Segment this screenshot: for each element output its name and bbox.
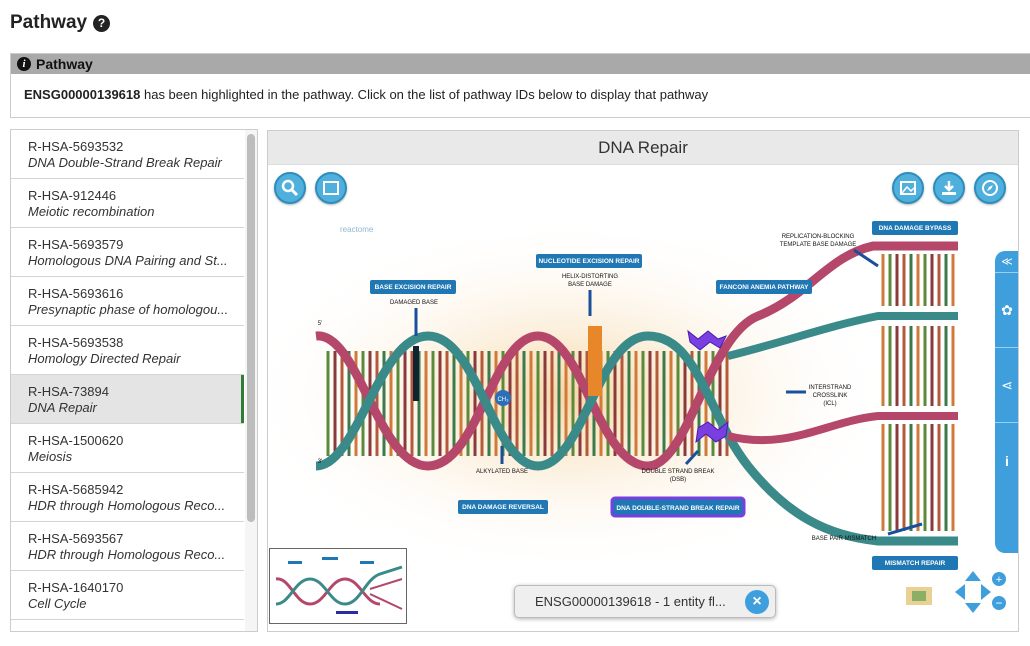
damaged-base-text: DAMAGED BASE (390, 300, 438, 306)
dsb-text-1: DOUBLE STRAND BREAK (641, 469, 714, 475)
replication-text-1: REPLICATION-BLOCKING (782, 234, 855, 240)
info-message-text: has been highlighted in the pathway. Cli… (140, 87, 709, 102)
pathway-id: R-HSA-1500620 (28, 433, 124, 448)
entity-flag-box: ENSG00000139618 - 1 entity fl... × (514, 585, 776, 618)
pathway-id: R-HSA-5693616 (28, 286, 124, 301)
gene-id: ENSG00000139618 (24, 87, 141, 102)
pathway-name: Homology Directed Repair (28, 351, 181, 366)
pathway-name: Cell Cycle (28, 596, 87, 611)
helix-text-1: HELIX-DISTORTING (562, 274, 618, 280)
pathway-list-item[interactable]: R-HSA-73894 DNA Repair (11, 375, 244, 424)
palette-icon[interactable]: ✿ (995, 273, 1018, 348)
svg-text:−: − (995, 596, 1002, 610)
svg-text:+: + (996, 574, 1002, 586)
pathway-id: R-HSA-5685942 (28, 482, 124, 497)
pathway-list-item[interactable]: R-HSA-1500620 Meiosis (11, 424, 244, 473)
pathway-name: Meiotic recombination (28, 204, 155, 219)
scrollbar-thumb[interactable] (247, 134, 255, 522)
reactome-logo: reactome (340, 225, 374, 234)
info-circle-icon: i (17, 57, 31, 71)
pathway-name: HDR through Homologous Reco... (28, 547, 226, 562)
collapse-icon[interactable]: ≪ (995, 251, 1018, 273)
info-icon[interactable]: i (995, 423, 1018, 498)
pathway-list-item[interactable]: R-HSA-912446 Meiotic recombination (11, 179, 244, 228)
share-icon[interactable]: ⋖ (995, 348, 1018, 423)
search-icon[interactable] (274, 172, 306, 204)
viewer-title: DNA Repair (268, 131, 1018, 165)
thumbnail-image (275, 557, 403, 614)
pan-down-icon[interactable] (965, 603, 981, 613)
replication-text-2: TEMPLATE BASE DAMAGE (780, 242, 857, 248)
pathway-id: R-HSA-73894 (28, 384, 109, 399)
diagram-thumbnail[interactable] (269, 548, 407, 624)
pathway-list-item[interactable]: R-HSA-5693532 DNA Double-Strand Break Rep… (11, 130, 244, 179)
side-panel-tabs: ≪ ✿ ⋖ i (995, 251, 1018, 553)
pathway-id: R-HSA-912446 (28, 188, 117, 203)
mismatch-base-text: BASE PAIR MISMATCH (812, 536, 876, 542)
helix-distortion-mark (588, 326, 602, 396)
pathway-list-item[interactable]: R-HSA-1640170 Cell Cycle (11, 571, 244, 620)
mismatch-label[interactable]: MISMATCH REPAIR (885, 560, 946, 567)
flag-text: ENSG00000139618 - 1 entity fl... (535, 594, 726, 609)
alkylated-text: ALKYLATED BASE (476, 469, 528, 475)
pathway-name: Homologous DNA Pairing and St... (28, 253, 228, 268)
navigation-pad[interactable]: + − (955, 569, 1011, 621)
fa-label[interactable]: FANCONI ANEMIA PATHWAY (720, 284, 810, 291)
pan-left-icon[interactable] (955, 584, 965, 600)
fit-screen-icon[interactable] (315, 172, 347, 204)
pathway-list-item[interactable]: R-HSA-5685942 HDR through Homologous Reco… (11, 473, 244, 522)
pathway-id: R-HSA-5693538 (28, 335, 124, 350)
pathway-list-item[interactable]: R-HSA-5693579 Homologous DNA Pairing and … (11, 228, 244, 277)
question-circle-icon[interactable]: ? (93, 14, 111, 32)
pathway-name: DNA Repair (28, 400, 97, 415)
pathway-viewer: DNA Repair CH₃ BASE EXCISION REPAIR NUCL… (267, 130, 1019, 632)
helix-text-2: BASE DAMAGE (568, 282, 612, 288)
close-icon[interactable]: × (745, 590, 769, 614)
pan-right-icon[interactable] (981, 584, 991, 600)
ner-label[interactable]: NUCLEOTIDE EXCISION REPAIR (538, 258, 639, 265)
ch3-label: CH₃ (497, 397, 509, 403)
pathway-id: R-HSA-5693579 (28, 237, 124, 252)
page-title-text: Pathway (10, 12, 88, 33)
pathway-id: R-HSA-1640170 (28, 580, 124, 595)
strand-end-label: 3' (318, 459, 322, 465)
icl-text-3: (ICL) (823, 401, 836, 407)
pathway-list-item[interactable]: R-HSA-5693567 HDR through Homologous Reco… (11, 522, 244, 571)
diagram-canvas[interactable]: CH₃ BASE EXCISION REPAIR NUCLEOTIDE EXCI… (268, 166, 1018, 631)
download-icon[interactable] (933, 172, 965, 204)
pathway-list-item[interactable]: R-HSA-5693616 Presynaptic phase of homolo… (11, 277, 244, 326)
pathway-name: Meiosis (28, 449, 73, 464)
pan-up-icon[interactable] (965, 571, 981, 581)
strand-end-label: 5' (318, 321, 322, 327)
info-panel-title: Pathway (36, 56, 93, 72)
pathway-list-item[interactable]: R-HSA-5693538 Homology Directed Repair (11, 326, 244, 375)
icl-text-2: CROSSLINK (813, 393, 848, 399)
pathway-list: R-HSA-5693532 DNA Double-Strand Break Rep… (10, 129, 258, 632)
ber-label[interactable]: BASE EXCISION REPAIR (375, 284, 452, 291)
bypass-label[interactable]: DNA DAMAGE BYPASS (879, 225, 952, 232)
pathway-name: Presynaptic phase of homologou... (28, 302, 229, 317)
publisher-logo (906, 587, 932, 605)
info-panel-message: ENSG00000139618 has been highlighted in … (11, 74, 1030, 102)
reversal-label[interactable]: DNA DAMAGE REVERSAL (462, 504, 544, 511)
info-panel-header: i Pathway (11, 54, 1030, 74)
page-title: Pathway ? (10, 12, 111, 34)
pathway-id: R-HSA-5693532 (28, 139, 124, 154)
info-panel: i Pathway ENSG00000139618 has been highl… (10, 53, 1030, 118)
icl-text-1: INTERSTRAND (809, 385, 852, 391)
pathway-id: R-HSA-5693567 (28, 531, 124, 546)
pathway-name: DNA Double-Strand Break Repair (28, 155, 222, 170)
dsb-repair-label[interactable]: DNA DOUBLE-STRAND BREAK REPAIR (616, 505, 739, 512)
damaged-base-mark (413, 346, 419, 401)
compass-icon[interactable] (974, 172, 1006, 204)
dsb-text-2: (DSB) (670, 477, 686, 483)
image-export-icon[interactable] (892, 172, 924, 204)
pathway-name: HDR through Homologous Reco... (28, 498, 226, 513)
